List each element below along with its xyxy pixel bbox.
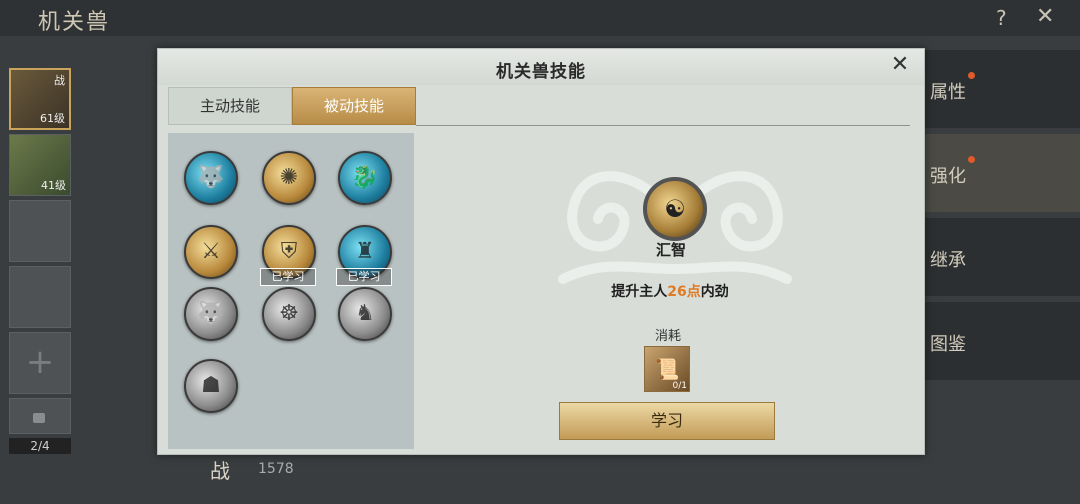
learned-badge: 已学习	[336, 268, 392, 286]
tab-label: 强化	[930, 166, 966, 187]
plus-icon: +	[25, 342, 55, 382]
selected-skill-icon: ☯	[643, 177, 707, 241]
help-icon[interactable]: ?	[996, 6, 1007, 30]
lock-icon	[33, 413, 45, 423]
tab-attributes[interactable]: 属性	[922, 50, 1080, 128]
meditate-icon: ☯	[664, 195, 686, 223]
divider	[416, 125, 910, 126]
beast-slot-4[interactable]	[9, 266, 71, 328]
power-label: 战	[210, 459, 230, 483]
tab-codex[interactable]: 图鉴	[922, 302, 1080, 380]
skill-name: 汇智	[655, 241, 686, 259]
skill-slot[interactable]: ✺	[262, 151, 316, 205]
tab-label: 属性	[930, 82, 966, 103]
skill-slot[interactable]: ♞	[338, 287, 392, 341]
slot-tag: 战	[54, 74, 65, 87]
rider-icon: ♞	[355, 301, 375, 326]
tab-active-skills[interactable]: 主动技能	[168, 87, 292, 125]
tab-label: 图鉴	[930, 334, 966, 355]
beast-icon: 🐺	[197, 165, 225, 190]
skill-slot[interactable]: 🐉	[338, 151, 392, 205]
shadow-icon: ☗	[201, 373, 221, 398]
monk-icon: ☸	[279, 301, 299, 326]
notification-dot	[968, 72, 975, 79]
learn-button[interactable]: 学习	[559, 402, 775, 440]
skill-description: 提升主人26点内劲	[558, 281, 782, 301]
beast-slot-1[interactable]: 战 61级	[9, 68, 71, 130]
armor-icon: ⚔	[201, 239, 221, 264]
close-icon[interactable]: ✕	[888, 53, 912, 77]
locked-slot	[9, 398, 71, 434]
learned-badge: 已学习	[260, 268, 316, 286]
burst-icon: ✺	[279, 165, 299, 190]
dragon-icon: 🐉	[351, 165, 379, 190]
dialog-title: 机关兽技能	[496, 62, 586, 82]
beast-slot-2[interactable]: 41级	[9, 134, 71, 196]
skill-slot[interactable]: ☸	[262, 287, 316, 341]
top-bar	[0, 0, 1080, 36]
cost-label: 消耗	[654, 329, 681, 344]
desc-value: 26点	[667, 284, 701, 300]
skills-dialog: 机关兽技能 ✕ 主动技能 被动技能 🐺 ✺ 🐉 ⚔ ⛨ 已学习 ♜ 已学习 🐺 ☸ ♞ ☗ ☯ 汇智 …	[157, 48, 925, 455]
tab-enhance[interactable]: 强化	[922, 134, 1080, 212]
skill-slot[interactable]: ⚔	[184, 225, 238, 279]
skill-slot[interactable]: 🐺	[184, 151, 238, 205]
skill-slot[interactable]: 🐺	[184, 287, 238, 341]
tab-inherit[interactable]: 继承	[922, 218, 1080, 296]
slot-level: 61级	[40, 112, 65, 125]
tab-passive-skills[interactable]: 被动技能	[292, 87, 416, 125]
slot-counter: 2/4	[9, 438, 71, 454]
cost-count: 0/1	[672, 381, 687, 391]
close-icon[interactable]: ✕	[1036, 4, 1054, 29]
page-title: 机关兽	[38, 10, 111, 35]
desc-prefix: 提升主人	[611, 284, 668, 300]
slot-level: 41级	[41, 179, 66, 192]
desc-suffix: 内劲	[700, 284, 729, 300]
notification-dot	[968, 156, 975, 163]
cost-item[interactable]: 📜 0/1	[644, 346, 690, 392]
power-value: 1578	[258, 461, 294, 477]
tab-label: 继承	[930, 250, 966, 271]
skill-slot[interactable]: ☗	[184, 359, 238, 413]
beast-icon: 🐺	[197, 301, 225, 326]
add-beast-slot[interactable]: +	[9, 332, 71, 394]
beast-slot-3[interactable]	[9, 200, 71, 262]
